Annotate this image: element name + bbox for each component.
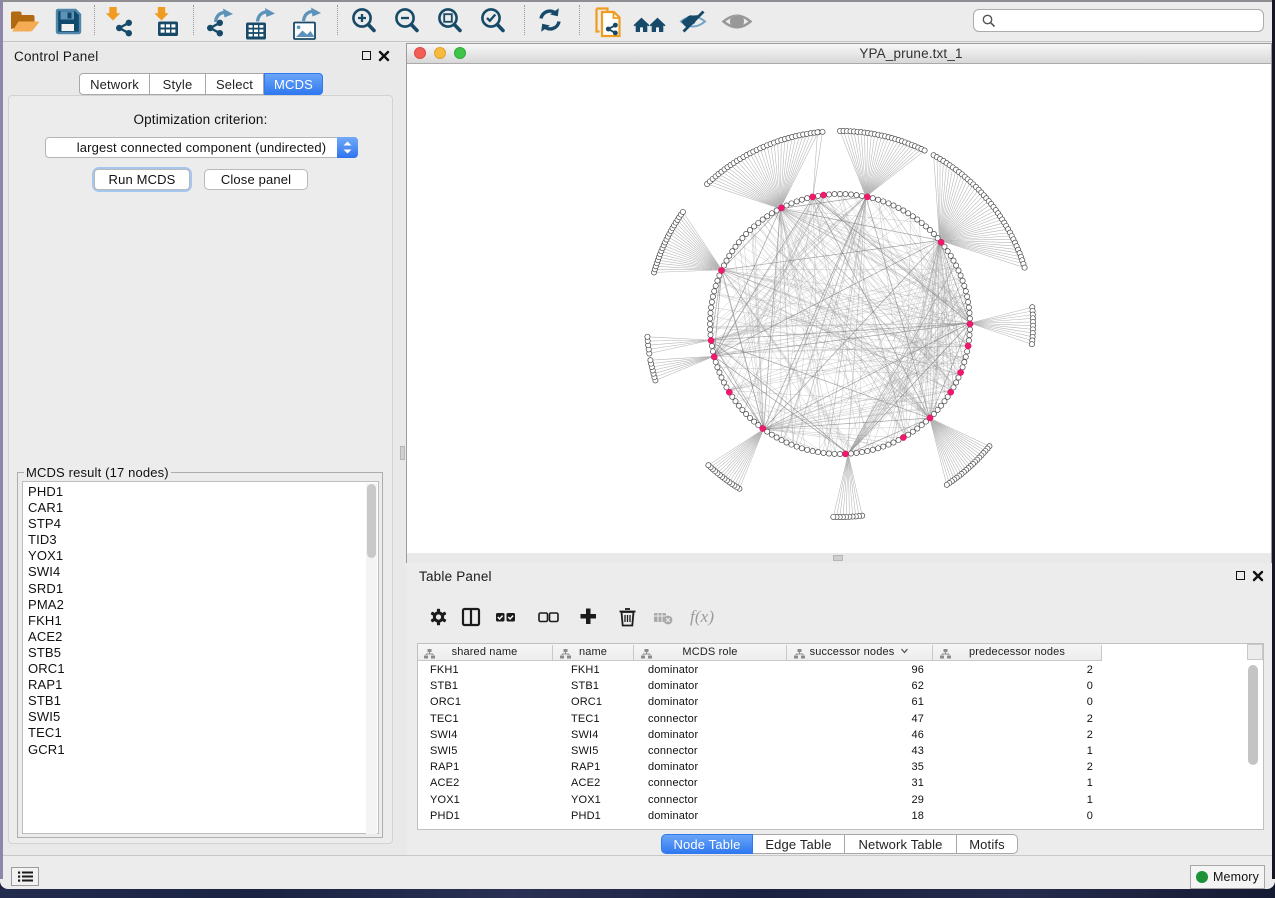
svg-text:f(x): f(x)	[690, 607, 714, 626]
